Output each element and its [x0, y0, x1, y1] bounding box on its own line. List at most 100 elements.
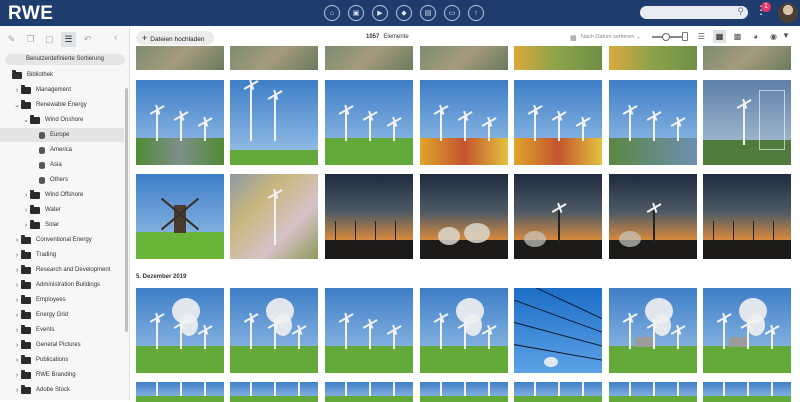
image-thumbnail[interactable] — [230, 80, 318, 165]
tree-node-rwe-branding[interactable]: › RWE Branding — [0, 368, 124, 382]
image-thumbnail[interactable] — [136, 382, 224, 402]
tree-node-research-and-development[interactable]: › Research and Development — [0, 263, 124, 277]
search-icon[interactable]: ⚲ — [737, 6, 744, 17]
box-icon[interactable]: ▭ — [444, 5, 460, 21]
tree-node-employees[interactable]: › Employees — [0, 293, 124, 307]
upload-files-button[interactable]: + Dateien hochladen — [136, 31, 214, 45]
image-thumbnail[interactable] — [609, 80, 697, 165]
image-thumbnail[interactable] — [325, 174, 413, 259]
tree-node-solar[interactable]: › Solar — [0, 218, 124, 232]
tree-view-icon[interactable]: ☰ — [61, 32, 76, 47]
tree-node-others[interactable]: Others — [0, 173, 124, 187]
image-thumbnail[interactable] — [325, 46, 413, 70]
image-thumbnail[interactable] — [136, 46, 224, 70]
folder-view-icon[interactable]: ◕ — [749, 30, 762, 43]
copy-icon[interactable]: ❐ — [23, 32, 38, 47]
image-thumbnail[interactable] — [420, 80, 508, 165]
sidebar-scrollbar[interactable] — [125, 88, 128, 332]
image-thumbnail[interactable] — [136, 80, 224, 165]
chevron-right-icon[interactable]: › — [13, 327, 21, 334]
map-view-icon[interactable]: ◉ — [767, 30, 780, 43]
notification-badge[interactable]: 1 — [761, 2, 771, 12]
filter-icon[interactable]: ▼ — [782, 31, 790, 40]
image-thumbnail[interactable] — [325, 288, 413, 373]
chevron-right-icon[interactable]: › — [13, 87, 21, 94]
chevron-right-icon[interactable]: › — [13, 342, 21, 349]
home-icon[interactable]: ⌂ — [324, 5, 340, 21]
tree-node-energy-grid[interactable]: › Energy Grid — [0, 308, 124, 322]
image-thumbnail[interactable] — [703, 174, 791, 259]
image-thumbnail[interactable] — [609, 382, 697, 402]
sort-select[interactable]: Nach Datum sortieren ⌄ — [581, 34, 641, 40]
tree-node-conventional-energy[interactable]: › Conventional Energy — [0, 233, 124, 247]
image-thumbnail[interactable] — [420, 382, 508, 402]
large-grid-icon[interactable]: ▩ — [731, 30, 744, 43]
tree-node-management[interactable]: › Management — [0, 83, 124, 97]
edit-icon[interactable]: ✎ — [4, 32, 19, 47]
undo-icon[interactable]: ↶ — [80, 32, 95, 47]
list-view-icon[interactable]: ☰ — [695, 30, 708, 43]
tree-node-events[interactable]: › Events — [0, 323, 124, 337]
image-thumbnail[interactable] — [230, 382, 318, 402]
rwe-logo[interactable]: RWE — [8, 3, 53, 25]
tree-node-water[interactable]: › Water — [0, 203, 124, 217]
tree-node-general-pictures[interactable]: › General Pictures — [0, 338, 124, 352]
upload-icon[interactable]: ↑ — [468, 5, 484, 21]
search-input[interactable]: ⚲ — [640, 6, 748, 19]
chevron-right-icon[interactable]: › — [13, 267, 21, 274]
image-thumbnail[interactable] — [514, 80, 602, 165]
chevron-right-icon[interactable]: › — [13, 312, 21, 319]
tree-node-publications[interactable]: › Publications — [0, 353, 124, 367]
tree-node-asia[interactable]: Asia — [0, 158, 124, 172]
chevron-right-icon[interactable]: › — [13, 282, 21, 289]
chevron-right-icon[interactable]: › — [13, 387, 21, 394]
image-thumbnail[interactable] — [230, 288, 318, 373]
bag-icon[interactable]: ◆ — [396, 5, 412, 21]
image-thumbnail[interactable] — [703, 46, 791, 70]
chevron-right-icon[interactable]: › — [22, 207, 30, 214]
tree-node-bibliothek[interactable]: Bibliothek — [0, 68, 124, 82]
image-thumbnail[interactable] — [136, 288, 224, 373]
image-thumbnail[interactable] — [420, 174, 508, 259]
chevron-right-icon[interactable]: › — [13, 237, 21, 244]
chevron-right-icon[interactable]: › — [22, 192, 30, 199]
collapse-sidebar-icon[interactable]: ‹ — [114, 32, 117, 43]
chevron-right-icon[interactable]: › — [13, 372, 21, 379]
image-thumbnail[interactable] — [514, 174, 602, 259]
image-thumbnail[interactable] — [514, 382, 602, 402]
tree-node-wind-onshore[interactable]: ⌄ Wind Onshore — [0, 113, 124, 127]
image-thumbnail[interactable] — [325, 80, 413, 165]
avatar[interactable] — [778, 3, 798, 23]
image-thumbnail[interactable] — [230, 174, 318, 259]
chevron-right-icon[interactable]: › — [13, 357, 21, 364]
chevron-right-icon[interactable]: › — [13, 252, 21, 259]
chevron-down-icon[interactable]: ⌄ — [22, 116, 30, 124]
image-thumbnail[interactable] — [609, 288, 697, 373]
thumbnail-size-slider[interactable] — [652, 33, 682, 41]
image-thumbnail[interactable] — [420, 288, 508, 373]
image-thumbnail[interactable] — [230, 46, 318, 70]
tree-node-europe[interactable]: Europe — [0, 128, 124, 142]
image-thumbnail[interactable] — [703, 382, 791, 402]
image-thumbnail[interactable] — [514, 46, 602, 70]
grid-view-icon[interactable]: ▦ — [713, 30, 726, 43]
tree-node-adobe-stock[interactable]: › Adobe Stock — [0, 383, 124, 397]
chevron-right-icon[interactable]: › — [13, 297, 21, 304]
archive-icon[interactable]: ▢ — [42, 32, 57, 47]
custom-sort-button[interactable]: Benutzerdefinierte Sortierung — [5, 54, 125, 65]
image-thumbnail[interactable] — [609, 174, 697, 259]
chevron-down-icon[interactable]: ⌄ — [13, 101, 21, 109]
large-size-icon[interactable] — [682, 32, 688, 41]
tree-node-renewable-energy[interactable]: ⌄ Renewable Energy — [0, 98, 124, 112]
tree-node-america[interactable]: America — [0, 143, 124, 157]
image-thumbnail[interactable] — [514, 288, 602, 373]
tree-node-wind-offshore[interactable]: › Wind Offshore — [0, 188, 124, 202]
tree-node-trading[interactable]: › Trading — [0, 248, 124, 262]
image-thumbnail[interactable] — [703, 288, 791, 373]
image-thumbnail[interactable] — [325, 382, 413, 402]
image-thumbnail[interactable] — [609, 46, 697, 70]
image-thumbnail[interactable] — [420, 46, 508, 70]
document-icon[interactable]: ▤ — [420, 5, 436, 21]
chevron-right-icon[interactable]: › — [22, 222, 30, 229]
image-thumbnail[interactable] — [136, 174, 224, 259]
